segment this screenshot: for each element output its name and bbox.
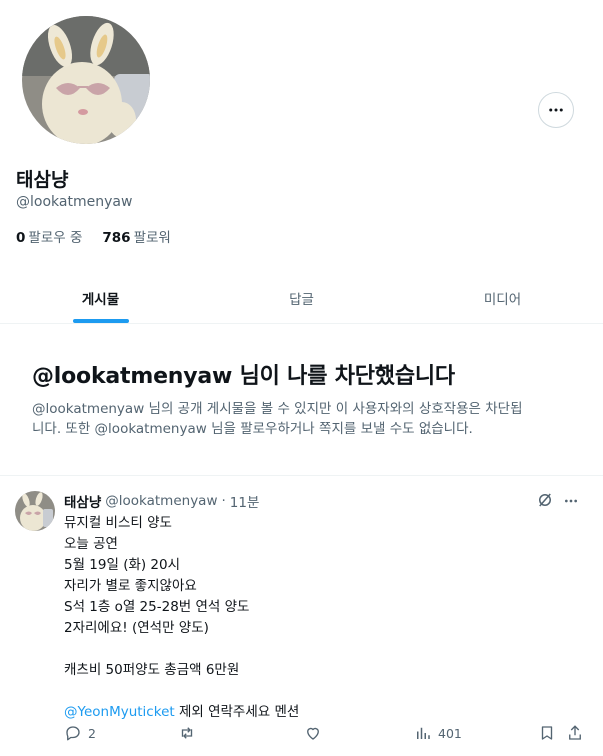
blocked-description-line: @lookatmenyaw 님의 공개 게시물을 볼 수 있지만 이 사용자와의… — [32, 401, 523, 417]
tweet-line: 2자리에요! (연석만 양도) — [64, 620, 209, 636]
blocked-description: @lookatmenyaw 님의 공개 게시물을 볼 수 있지만 이 사용자와의… — [32, 399, 572, 439]
retweet-button[interactable] — [178, 724, 202, 742]
profile-avatar[interactable] — [19, 13, 153, 147]
more-icon — [549, 108, 563, 112]
tweet-line-mention: @YeonMyuticket 제외 연락주세요 멘션 — [64, 702, 299, 723]
views-button[interactable]: 401 — [414, 724, 462, 742]
followers-count: 786 — [102, 230, 131, 246]
retweet-icon — [181, 727, 193, 739]
following-link[interactable]: 0 팔로우 중 — [16, 226, 82, 246]
divider — [0, 475, 603, 476]
share-icon — [569, 725, 581, 740]
like-icon — [307, 727, 319, 740]
following-label: 팔로우 중 — [28, 230, 83, 246]
profile-tabs: 게시물 답글 미디어 — [0, 272, 603, 324]
tab-media[interactable]: 미디어 — [402, 272, 603, 323]
bookmark-button[interactable] — [538, 724, 556, 742]
tweet-header: 태삼냥 @lookatmenyaw · 11분 — [64, 491, 259, 511]
tab-posts[interactable]: 게시물 — [0, 272, 201, 323]
tweet-author-handle[interactable]: @lookatmenyaw — [105, 493, 217, 509]
more-options-button[interactable] — [538, 92, 574, 128]
follow-stats: 0 팔로우 중 786 팔로워 — [16, 226, 171, 246]
tweet-line — [64, 681, 299, 702]
tweet-separator: · — [221, 493, 226, 509]
bookmark-icon — [541, 726, 553, 740]
followers-label: 팔로워 — [133, 230, 171, 246]
views-count: 401 — [438, 725, 462, 741]
blocked-description-line: 니다. 또한 @lookatmenyaw 님을 팔로우하거나 쪽지를 보낼 수도… — [32, 421, 473, 437]
tweet-line: 캐츠비 50퍼양도 총금액 6만원 — [64, 662, 240, 678]
reply-count: 2 — [88, 725, 96, 741]
tweet-line: 5월 19일 (화) 20시 — [64, 557, 181, 573]
tweet-line — [64, 639, 299, 660]
followers-link[interactable]: 786 팔로워 — [102, 226, 170, 246]
tweet-line: 뮤지컬 비스티 양도 — [64, 515, 172, 531]
more-icon[interactable] — [563, 493, 579, 509]
like-button[interactable] — [304, 724, 328, 742]
tweet-line: 오늘 공연 — [64, 536, 118, 552]
tweet-time[interactable]: 11분 — [230, 491, 260, 511]
profile-display-name: 태삼냥 — [16, 169, 69, 191]
views-icon — [417, 727, 430, 739]
tab-replies[interactable]: 답글 — [201, 272, 402, 323]
tweet-author-name[interactable]: 태삼냥 — [64, 491, 101, 511]
profile-handle: @lookatmenyaw — [16, 194, 133, 210]
following-count: 0 — [16, 230, 26, 246]
grok-icon[interactable] — [536, 491, 554, 509]
tweet-line: 자리가 별로 좋지않아요 — [64, 578, 197, 594]
blocked-title: @lookatmenyaw 님이 나를 차단했습니다 — [32, 364, 455, 389]
tweet-avatar[interactable] — [15, 491, 55, 531]
reply-button[interactable]: 2 — [64, 724, 96, 742]
tweet-line: S석 1층 o열 25-28번 연석 양도 — [64, 599, 250, 615]
reply-icon — [66, 726, 80, 741]
tweet-text: 뮤지컬 비스티 양도 오늘 공연 5월 19일 (화) 20시 자리가 별로 좋… — [64, 513, 299, 723]
tweet-mention-link[interactable]: @YeonMyuticket — [64, 704, 175, 720]
tweet-mention-suffix: 제외 연락주세요 멘션 — [174, 704, 300, 720]
share-button[interactable] — [566, 724, 584, 742]
tweet-actions: 2 401 — [64, 724, 584, 746]
